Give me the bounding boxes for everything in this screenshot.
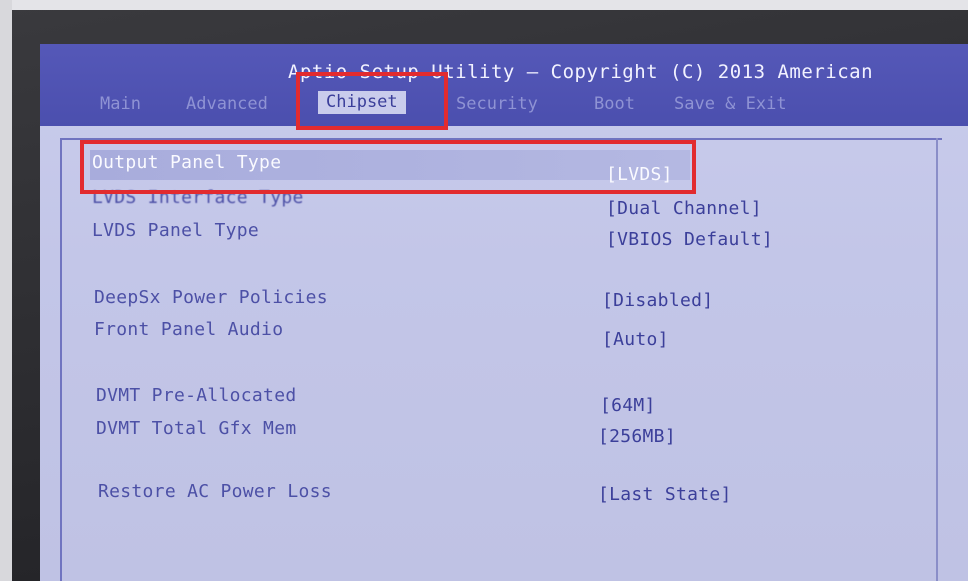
background-wall-left	[0, 0, 12, 581]
help-panel-divider	[936, 138, 938, 581]
background-wall	[0, 0, 968, 10]
setting-value[interactable]: [Last State]	[598, 484, 732, 505]
bios-title-bar: Aptio Setup Utility – Copyright (C) 2013…	[40, 44, 968, 126]
annotation-box-output-panel-type	[80, 140, 696, 194]
setting-value[interactable]: [256MB]	[598, 426, 676, 447]
tab-advanced[interactable]: Advanced	[186, 94, 268, 114]
setting-value[interactable]: [Auto]	[602, 329, 669, 350]
annotation-box-chipset-tab	[296, 72, 448, 130]
setting-value[interactable]: [Dual Channel]	[606, 198, 762, 219]
tab-boot[interactable]: Boot	[594, 94, 635, 114]
bios-screen: Aptio Setup Utility – Copyright (C) 2013…	[40, 44, 968, 581]
setting-label: DeepSx Power Policies	[94, 287, 328, 308]
setting-label: Front Panel Audio	[94, 319, 284, 340]
tab-save-exit[interactable]: Save & Exit	[674, 94, 787, 114]
setting-label: Restore AC Power Loss	[98, 481, 332, 502]
setting-label: DVMT Pre-Allocated	[96, 385, 297, 406]
setting-label: DVMT Total Gfx Mem	[96, 418, 297, 439]
setting-label: LVDS Panel Type	[92, 220, 260, 241]
setting-value[interactable]: [64M]	[600, 395, 656, 416]
setting-value[interactable]: [VBIOS Default]	[606, 229, 773, 250]
setting-value[interactable]: [Disabled]	[602, 290, 713, 311]
tab-security[interactable]: Security	[456, 94, 538, 114]
tab-main[interactable]: Main	[100, 94, 141, 114]
